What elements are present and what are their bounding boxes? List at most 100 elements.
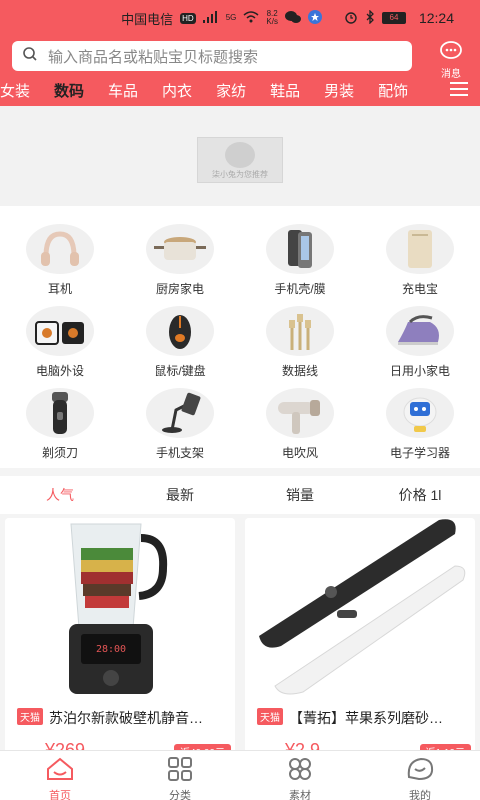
power-bank-icon <box>386 224 454 274</box>
search-bar[interactable]: 输入商品名或粘贴宝贝标题搜索 <box>12 41 412 71</box>
net-speed-unit: K/s <box>266 17 278 26</box>
net-speed: 8.2 K/s <box>266 10 278 26</box>
header: 输入商品名或粘贴宝贝标题搜索 消息 女装 数码 车品 内衣 家纺 鞋品 男装 配… <box>0 36 480 106</box>
wifi-icon <box>243 10 259 26</box>
nav-materials[interactable]: 素材 <box>240 751 360 800</box>
product-list: 28:00 天猫苏泊尔新款破壁机静音… ¥269 返40.00元 天猫【菁 <box>0 518 480 758</box>
grid-item-cables[interactable]: 数据线 <box>240 296 360 378</box>
message-button[interactable]: 消息 <box>436 40 466 80</box>
carrier-label: 中国电信 <box>121 11 174 27</box>
grid-item-label: 电脑外设 <box>35 364 84 378</box>
cooking-pot-icon <box>146 224 214 274</box>
search-placeholder: 输入商品名或粘贴宝贝标题搜索 <box>48 48 259 66</box>
grid-item-small-appliances[interactable]: 日用小家电 <box>360 296 480 378</box>
sort-tab-newest[interactable]: 最新 <box>120 485 240 505</box>
nav-profile[interactable]: 我的 <box>360 751 480 800</box>
clover-icon <box>285 758 315 785</box>
product-title-row: 天猫 【菁拓】苹果系列磨砂… <box>257 708 471 728</box>
tmall-badge: 天猫 <box>257 708 283 725</box>
sort-tabs: 人气 最新 销量 价格 1l <box>0 476 480 514</box>
grid-item-shaver[interactable]: 剃须刀 <box>0 378 120 460</box>
message-icon <box>439 41 463 66</box>
category-tab-active[interactable]: 数码 <box>54 80 84 102</box>
iron-icon <box>386 306 454 356</box>
grid-item-power-bank[interactable]: 充电宝 <box>360 214 480 296</box>
nav-label: 分类 <box>169 790 191 800</box>
category-tab[interactable]: 鞋品 <box>270 80 300 102</box>
network-type: 5G <box>225 13 237 22</box>
grid-item-kitchen[interactable]: 厨房家电 <box>120 214 240 296</box>
grid-item-label: 日用小家电 <box>389 364 450 378</box>
product-title: 苏泊尔新款破壁机静音… <box>49 710 203 726</box>
nav-category[interactable]: 分类 <box>120 751 240 800</box>
rabbit-logo-icon <box>225 142 255 168</box>
mouse-icon <box>146 306 214 356</box>
search-icon <box>22 46 38 67</box>
status-bar: 中国电信 HD 5G 8.2 K/s 64 12:24 <box>0 0 480 36</box>
sort-tab-price[interactable]: 价格 1l <box>360 485 480 505</box>
learning-robot-icon <box>386 388 454 438</box>
grid-item-phone-stand[interactable]: 手机支架 <box>120 378 240 460</box>
category-tab[interactable]: 男装 <box>324 80 354 102</box>
phone-stand-icon <box>146 388 214 438</box>
blender-image: 28:00 <box>5 518 235 698</box>
hair-dryer-icon <box>266 388 334 438</box>
category-tab[interactable]: 内衣 <box>162 80 192 102</box>
grid-item-label: 数据线 <box>281 364 318 378</box>
star-app-icon <box>307 9 322 27</box>
speakers-icon <box>26 306 94 356</box>
nav-home[interactable]: 首页 <box>0 751 120 800</box>
grid-item-headphones[interactable]: 耳机 <box>0 214 120 296</box>
shaver-icon <box>26 388 94 438</box>
sort-tab-sales[interactable]: 销量 <box>240 485 360 505</box>
grid-item-label: 手机壳/膜 <box>274 282 326 296</box>
home-icon <box>45 757 75 785</box>
bottom-nav: 首页 分类 素材 我的 <box>0 750 480 800</box>
nav-label: 我的 <box>409 790 431 800</box>
svg-text:28:00: 28:00 <box>96 644 126 655</box>
grid-item-label: 电子学习器 <box>389 446 450 460</box>
tmall-badge: 天猫 <box>17 708 43 725</box>
grid-item-label: 厨房家电 <box>155 282 204 296</box>
clock: 12:24 <box>418 10 454 26</box>
bluetooth-icon <box>365 8 375 27</box>
grid-icon <box>165 757 195 785</box>
category-tab[interactable]: 家纺 <box>216 80 246 102</box>
message-label: 消息 <box>441 69 461 80</box>
grid-item-label: 耳机 <box>47 282 72 296</box>
banner[interactable]: 柒小兔为您推荐 <box>0 106 480 206</box>
category-tab[interactable]: 配饰 <box>378 80 408 102</box>
product-card[interactable]: 天猫【菁拓】苹果系列磨砂… ¥2.9 返1.10元 <box>245 518 475 758</box>
category-grid: 耳机 厨房家电 手机壳/膜 充电宝 电脑外设 鼠标/键盘 数据线 日用小家电 剃… <box>0 206 480 468</box>
app-screen: 中国电信 HD 5G 8.2 K/s 64 12:24 输入商品名或粘贴宝贝标题… <box>0 0 480 800</box>
grid-item-label: 鼠标/键盘 <box>154 364 206 378</box>
profile-icon <box>405 757 435 785</box>
banner-placeholder-logo: 柒小兔为您推荐 <box>197 137 283 183</box>
product-card[interactable]: 28:00 天猫苏泊尔新款破壁机静音… ¥269 返40.00元 <box>5 518 235 758</box>
grid-item-learning-device[interactable]: 电子学习器 <box>360 378 480 460</box>
cable-icon <box>266 306 334 356</box>
wechat-icon <box>284 10 301 27</box>
grid-item-phone-case[interactable]: 手机壳/膜 <box>240 214 360 296</box>
grid-item-mouse-keyboard[interactable]: 鼠标/键盘 <box>120 296 240 378</box>
product-title-row: 天猫 苏泊尔新款破壁机静音… <box>17 708 231 728</box>
battery-icon: 64 <box>381 12 406 24</box>
grid-item-hair-dryer[interactable]: 电吹风 <box>240 378 360 460</box>
category-tabs: 女装 数码 车品 内衣 家纺 鞋品 男装 配饰 <box>0 80 440 102</box>
banner-logo-text: 柒小兔为您推荐 <box>212 170 268 179</box>
hd-badge: HD <box>180 12 196 24</box>
phone-case-image <box>245 518 475 698</box>
category-menu-icon[interactable] <box>450 82 468 100</box>
signal-icon <box>202 10 219 26</box>
phone-case-icon <box>266 224 334 274</box>
headphones-icon <box>26 224 94 274</box>
sort-tab-popular[interactable]: 人气 <box>0 485 120 505</box>
product-title: 【菁拓】苹果系列磨砂… <box>289 710 443 726</box>
nav-label: 首页 <box>49 790 71 800</box>
grid-item-label: 电吹风 <box>281 446 318 460</box>
grid-item-peripherals[interactable]: 电脑外设 <box>0 296 120 378</box>
category-tab[interactable]: 女装 <box>0 80 30 102</box>
category-tab[interactable]: 车品 <box>108 80 138 102</box>
grid-item-label: 手机支架 <box>155 446 204 460</box>
grid-item-label: 剃须刀 <box>41 446 78 460</box>
